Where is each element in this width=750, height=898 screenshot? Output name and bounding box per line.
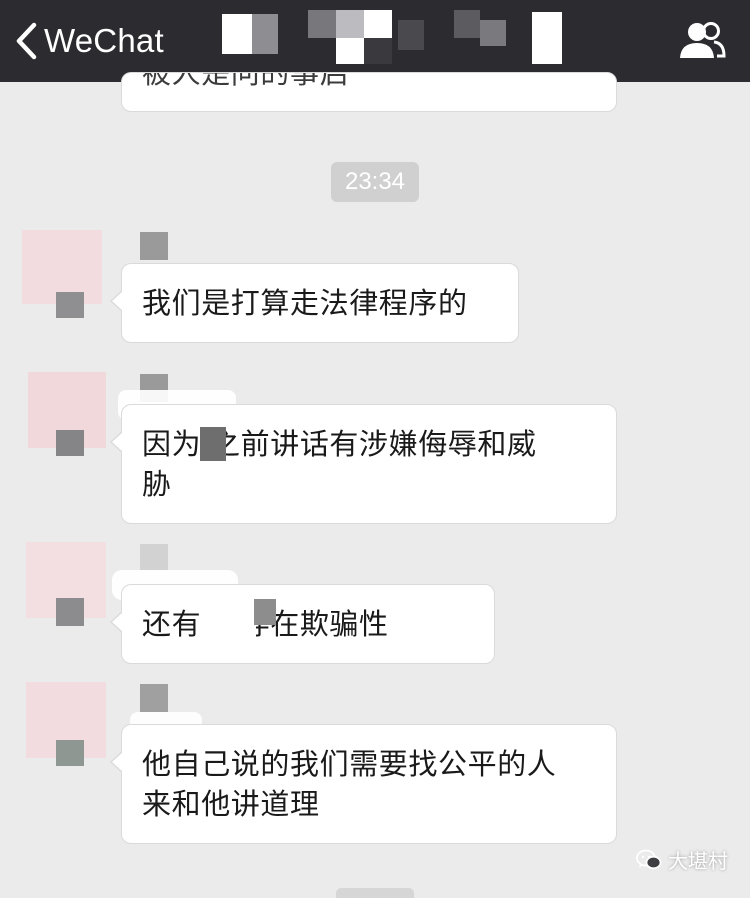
message-text: 被人是问的事启 [142, 72, 350, 90]
watermark: 大堪村 [636, 845, 728, 874]
back-label: WeChat [44, 22, 164, 59]
avatar[interactable] [22, 372, 106, 456]
group-icon [680, 22, 726, 58]
message-bubble-partial[interactable]: 被人是问的事启 [121, 72, 617, 112]
avatar[interactable] [22, 230, 106, 318]
message-bubble[interactable]: 我们是打算走法律程序的 [110, 263, 519, 343]
next-timestamp-stub [336, 888, 414, 898]
message-text: 来和他讲道理 [142, 787, 320, 821]
message-bubble[interactable]: 他自己说的我们需要找公平的人 来和他讲道理 [110, 724, 617, 844]
redaction-mask [254, 599, 276, 625]
timestamp-pill: 23:34 [331, 162, 419, 202]
watermark-text: 大堪村 [668, 849, 728, 873]
sender-name-redacted [140, 684, 168, 712]
message-text: 胁 [142, 467, 172, 501]
avatar[interactable] [22, 542, 106, 626]
avatar[interactable] [22, 682, 106, 766]
chat-area[interactable]: 被人是问的事启 23:34 我们是打算走法律程序的 因为 之前讲话有涉嫌侮辱和威… [0, 72, 750, 898]
message-bubble[interactable]: 因为 之前讲话有涉嫌侮辱和威 胁 [110, 404, 617, 524]
back-button[interactable]: WeChat [14, 14, 164, 68]
message-text: 还有 也存在欺骗性 [142, 607, 389, 641]
message-text: 我们是打算走法律程序的 [142, 286, 468, 320]
sender-name-redacted [140, 232, 168, 260]
message-bubble[interactable]: 还有 也存在欺骗性 [110, 584, 495, 664]
wechat-logo-icon [636, 849, 662, 869]
contacts-button[interactable] [678, 18, 726, 62]
message-text: 他自己说的我们需要找公平的人 [142, 747, 557, 781]
chevron-left-icon [16, 22, 37, 60]
chat-title-redacted [222, 10, 572, 66]
redaction-mask [206, 601, 256, 647]
nav-bar: WeChat [0, 0, 750, 82]
redaction-mask [200, 427, 226, 461]
sender-name-redacted [140, 544, 168, 572]
